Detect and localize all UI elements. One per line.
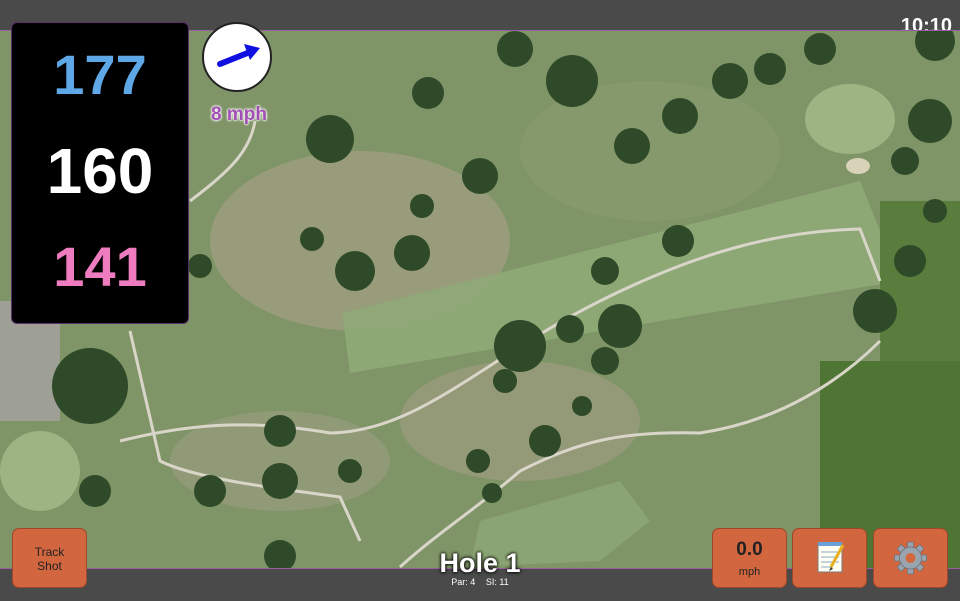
hole-info: Par: 4 SI: 11 <box>380 576 580 588</box>
wind-indicator[interactable] <box>202 22 272 92</box>
track-shot-button[interactable]: Track Shot <box>12 528 87 588</box>
hole-title: Hole 1 <box>439 548 521 578</box>
speed-unit: mph <box>738 566 761 578</box>
notes-button[interactable] <box>792 528 867 588</box>
arrow-icon <box>217 44 260 67</box>
settings-button[interactable] <box>873 528 948 588</box>
hole-stroke-index: SI: 11 <box>485 577 509 587</box>
distance-back: 177 <box>53 43 147 106</box>
distance-middle: 160 <box>46 135 154 207</box>
speed-button[interactable]: 0.0 mph <box>712 528 787 588</box>
speed-value: 0.0 <box>736 539 763 560</box>
hole-par: Par: 4 <box>451 577 476 587</box>
distance-panel: 177 160 141 <box>11 22 189 324</box>
gear-icon <box>894 541 927 575</box>
track-shot-label-line2: Shot <box>37 559 62 573</box>
track-shot-label-line1: Track <box>34 545 65 559</box>
notepad-icon <box>817 542 845 573</box>
distance-front: 141 <box>53 235 147 298</box>
wind-speed: 8 mph <box>211 104 267 125</box>
